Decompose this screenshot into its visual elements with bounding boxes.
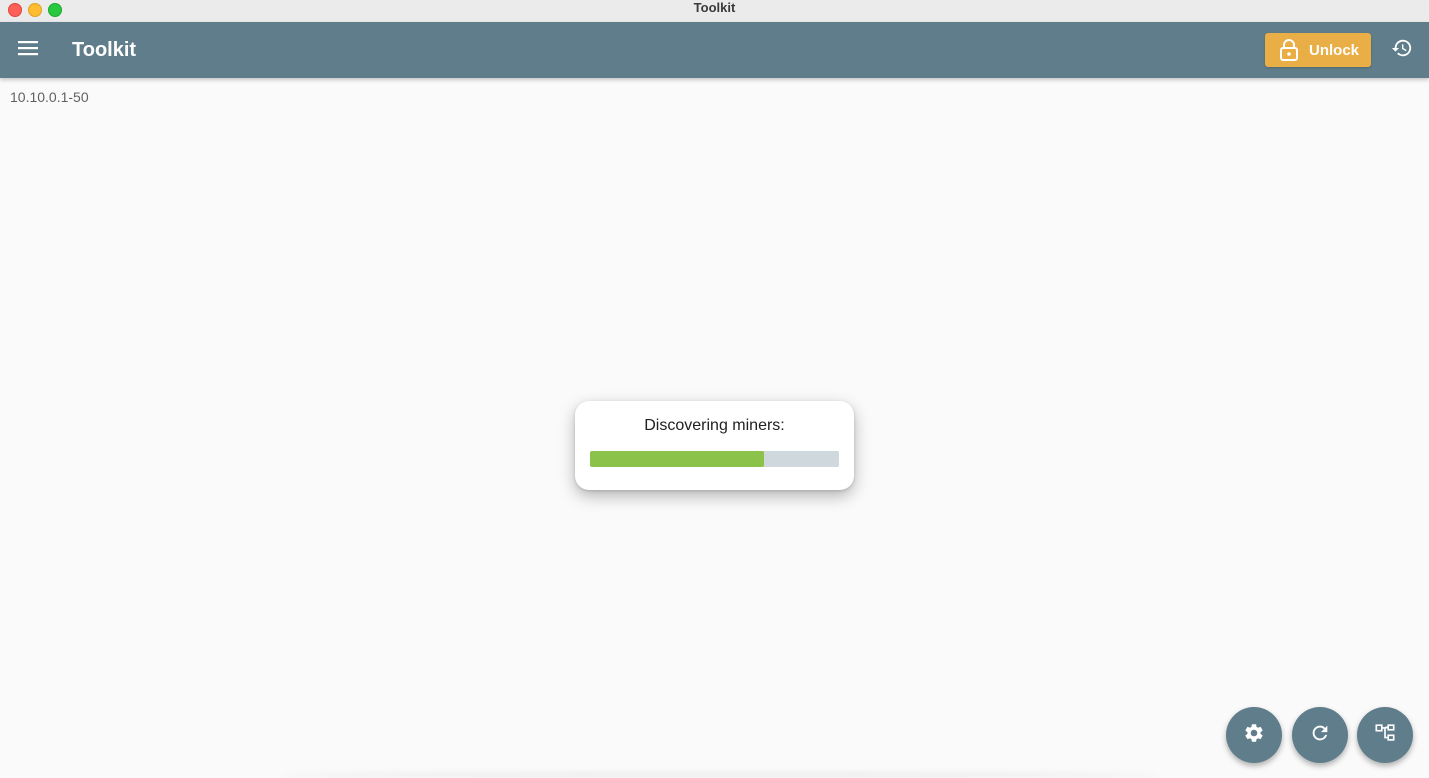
lock-icon (1279, 39, 1299, 61)
refresh-icon (1309, 722, 1331, 749)
network-tree-icon (1374, 722, 1396, 749)
network-scan-button[interactable] (1357, 707, 1413, 763)
app-title: Toolkit (72, 39, 137, 61)
dialog-title: Discovering miners: (644, 417, 785, 434)
window-titlebar: Toolkit (0, 0, 1429, 23)
app-bar: Toolkit Unlock (0, 22, 1429, 78)
refresh-button[interactable] (1292, 707, 1348, 763)
history-icon (1391, 37, 1413, 64)
menu-icon (18, 40, 38, 61)
progress-bar (590, 451, 839, 467)
settings-button[interactable] (1226, 707, 1282, 763)
unlock-label: Unlock (1309, 41, 1360, 59)
history-button[interactable] (1386, 34, 1418, 66)
gear-icon (1243, 722, 1265, 749)
window-title: Toolkit (693, 0, 736, 15)
discovery-progress-dialog: Discovering miners: (575, 401, 854, 490)
unlock-button[interactable]: Unlock (1265, 33, 1371, 67)
bottom-edge-shadow (280, 772, 1160, 778)
ip-range-label: 10.10.0.1-50 (10, 89, 89, 105)
menu-button[interactable] (10, 32, 46, 68)
progress-bar-fill (590, 451, 765, 467)
